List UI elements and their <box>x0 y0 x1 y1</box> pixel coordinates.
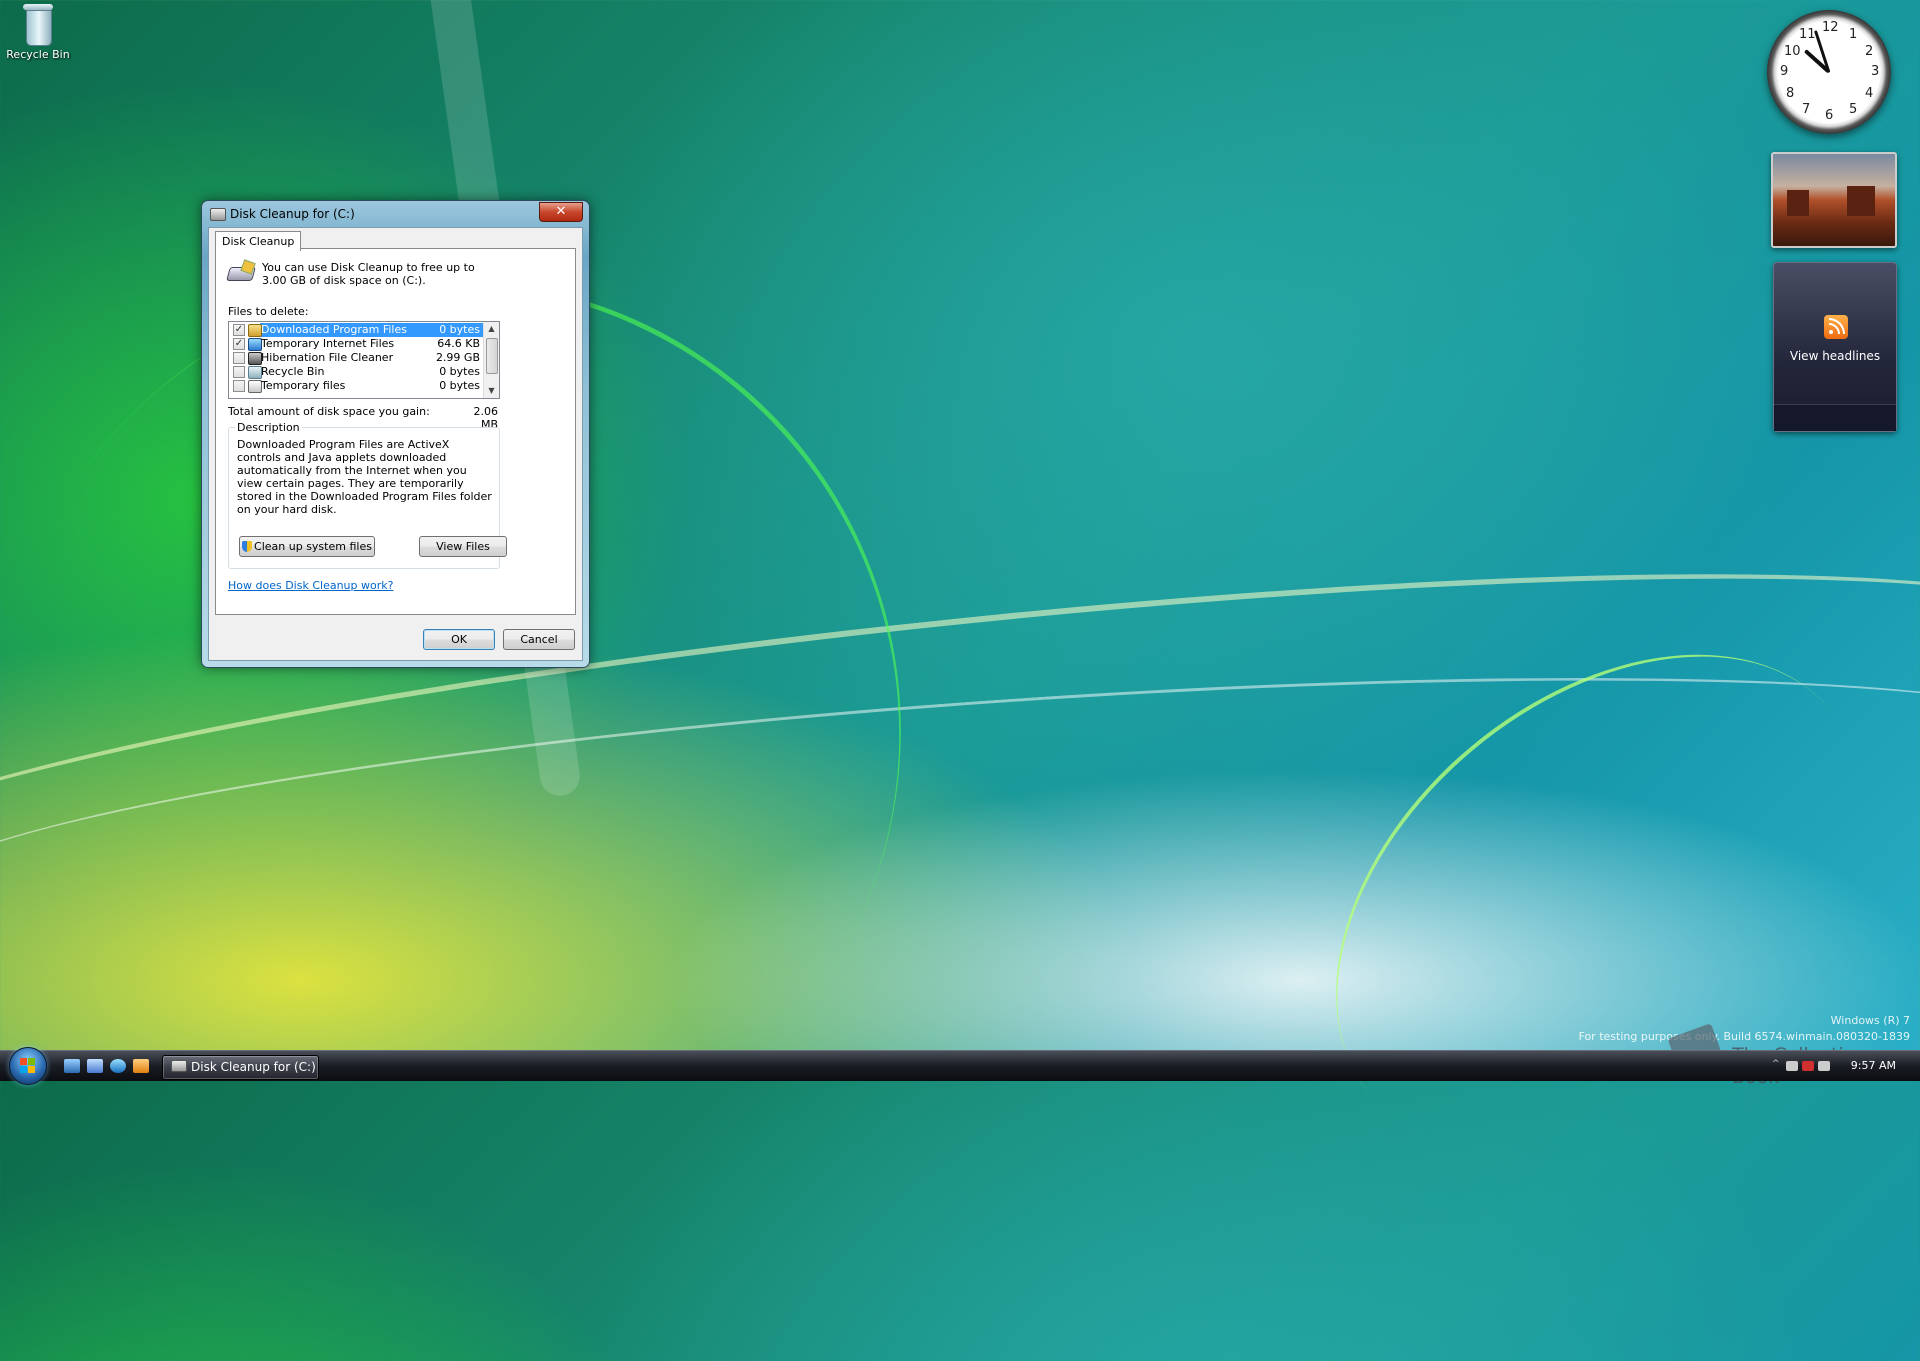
list-item[interactable]: ✓ Temporary Internet Files 64.6 KB <box>229 337 484 351</box>
list-item[interactable]: Recycle Bin 0 bytes <box>229 365 484 379</box>
action-center-icon[interactable] <box>1802 1061 1814 1071</box>
file-name: Downloaded Program Files <box>261 323 407 336</box>
description-group: Description Downloaded Program Files are… <box>228 421 507 569</box>
ok-button[interactable]: OK <box>423 629 495 650</box>
computer-icon <box>248 352 262 365</box>
scroll-thumb[interactable] <box>486 338 498 374</box>
dialog-client: Disk Cleanup You can use Disk Cleanup to… <box>208 227 583 661</box>
checkbox[interactable] <box>233 366 245 378</box>
system-clock[interactable]: 9:57 AM <box>1851 1059 1896 1072</box>
vertical-scrollbar[interactable]: ▲ ▼ <box>483 322 499 398</box>
clock-gadget[interactable]: 12 1 2 3 4 5 6 7 8 9 10 11 <box>1767 10 1891 134</box>
start-button[interactable] <box>9 1047 47 1085</box>
disk-cleanup-icon <box>210 208 226 221</box>
switch-windows-icon[interactable] <box>87 1059 103 1073</box>
checkbox[interactable]: ✓ <box>233 324 245 336</box>
tab-panel: You can use Disk Cleanup to free up to 3… <box>215 248 576 615</box>
desktop-icon-label: Recycle Bin <box>6 48 70 61</box>
file-size: 0 bytes <box>439 365 480 378</box>
file-size: 0 bytes <box>439 379 480 392</box>
feed-headlines-gadget[interactable]: View headlines <box>1773 262 1897 432</box>
folder-icon <box>248 324 262 337</box>
help-link[interactable]: How does Disk Cleanup work? <box>228 579 393 592</box>
disk-cleanup-icon <box>171 1060 187 1072</box>
list-item[interactable]: Temporary files 0 bytes <box>229 379 484 393</box>
list-item[interactable]: Hibernation File Cleaner 2.99 GB <box>229 351 484 365</box>
title-bar[interactable]: Disk Cleanup for (C:) ✕ <box>202 201 589 227</box>
desktop-icon-recycle-bin[interactable]: Recycle Bin <box>4 2 72 61</box>
media-player-icon[interactable] <box>133 1059 149 1073</box>
file-name: Recycle Bin <box>261 365 325 378</box>
file-name: Temporary files <box>261 379 346 392</box>
scroll-up-icon[interactable]: ▲ <box>484 322 499 336</box>
disk-cleanup-icon <box>226 259 256 281</box>
taskbar-button-disk-cleanup[interactable]: Disk Cleanup for (C:) <box>162 1055 319 1080</box>
intro-text: You can use Disk Cleanup to free up to 3… <box>262 261 475 287</box>
window-title: Disk Cleanup for (C:) <box>230 207 355 221</box>
description-label: Description <box>235 421 302 434</box>
shield-icon <box>242 541 253 552</box>
build-watermark-info: For testing purposes only. Build 6574.wi… <box>1578 1030 1910 1043</box>
internet-explorer-icon[interactable] <box>110 1059 126 1073</box>
windows-logo-icon <box>20 1058 36 1074</box>
rss-icon <box>1824 315 1848 339</box>
network-icon[interactable] <box>1786 1061 1798 1071</box>
file-size: 0 bytes <box>439 323 480 336</box>
description-text: Downloaded Program Files are ActiveX con… <box>237 438 492 516</box>
scroll-down-icon[interactable]: ▼ <box>484 384 499 398</box>
tab-disk-cleanup[interactable]: Disk Cleanup <box>215 231 302 251</box>
view-files-button[interactable]: View Files <box>419 536 507 557</box>
file-size: 64.6 KB <box>437 337 480 350</box>
checkbox[interactable]: ✓ <box>233 338 245 350</box>
show-desktop-icon[interactable] <box>64 1059 80 1073</box>
slideshow-gadget[interactable] <box>1771 152 1897 248</box>
file-size: 2.99 GB <box>435 351 480 364</box>
file-name: Temporary Internet Files <box>261 337 395 350</box>
build-watermark-title: Windows (R) 7 <box>1830 1014 1910 1027</box>
files-listbox[interactable]: ✓ Downloaded Program Files 0 bytes ✓ Tem… <box>228 321 500 399</box>
checkbox[interactable] <box>233 380 245 392</box>
total-space-label: Total amount of disk space you gain: <box>228 405 430 418</box>
view-headlines-link[interactable]: View headlines <box>1774 349 1896 363</box>
internet-files-icon <box>248 338 262 351</box>
close-button[interactable]: ✕ <box>539 202 583 222</box>
volume-icon[interactable] <box>1818 1061 1830 1071</box>
files-to-delete-label: Files to delete: <box>228 305 309 318</box>
list-item[interactable]: ✓ Downloaded Program Files 0 bytes <box>229 323 484 337</box>
file-name: Hibernation File Cleaner <box>261 351 394 364</box>
clean-up-system-files-button[interactable]: Clean up system files <box>239 536 375 557</box>
recycle-bin-icon <box>21 2 55 46</box>
taskbar: Disk Cleanup for (C:) ^ 9:57 AM <box>0 1047 1920 1085</box>
disk-cleanup-dialog: Disk Cleanup for (C:) ✕ Disk Cleanup You… <box>201 200 590 668</box>
cancel-button[interactable]: Cancel <box>503 629 575 650</box>
show-hidden-icons-icon[interactable]: ^ <box>1772 1059 1780 1069</box>
document-icon <box>248 380 262 393</box>
recycle-bin-icon <box>248 366 262 379</box>
checkbox[interactable] <box>233 352 245 364</box>
system-tray: ^ 9:57 AM <box>1770 1051 1920 1081</box>
